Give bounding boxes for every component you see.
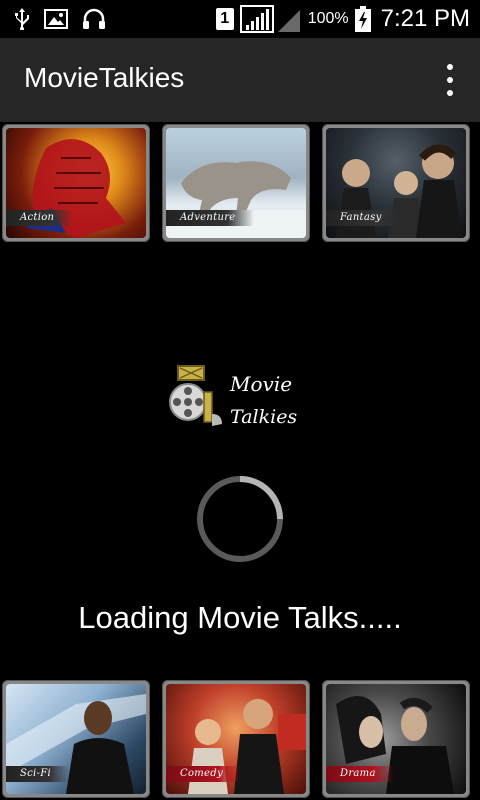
logo-line-2: Talkies xyxy=(230,406,298,428)
genre-label: Fantasy xyxy=(326,210,400,226)
signal-icon xyxy=(239,5,300,33)
overflow-menu-icon[interactable] xyxy=(442,64,458,96)
comedy-poster: Comedy xyxy=(166,684,306,794)
logo-line-1: Movie xyxy=(230,372,293,396)
genre-tile-adventure[interactable]: Adventure xyxy=(162,124,310,242)
battery-charging-icon xyxy=(354,6,371,32)
usb-icon xyxy=(15,8,29,30)
drama-poster: Drama xyxy=(326,684,466,794)
adventure-poster: Adventure xyxy=(166,128,306,238)
fantasy-poster: Fantasy xyxy=(326,128,466,238)
action-poster: Action xyxy=(6,128,146,238)
genre-tile-sci-fi[interactable]: Sci-Fi xyxy=(2,680,150,798)
image-icon xyxy=(44,9,68,29)
genre-tile-drama[interactable]: Drama xyxy=(322,680,470,798)
battery-percentage: 100% xyxy=(307,10,349,27)
overflow-dot xyxy=(447,64,453,70)
loading-message: Loading Movie Talks..... xyxy=(78,600,402,635)
status-left-icons xyxy=(14,7,106,31)
genre-tile-comedy[interactable]: Comedy xyxy=(162,680,310,798)
loading-spinner xyxy=(197,476,283,562)
genre-tile-fantasy[interactable]: Fantasy xyxy=(322,124,470,242)
headphones-icon xyxy=(83,8,105,29)
overflow-dot xyxy=(447,77,453,83)
overflow-dot xyxy=(447,90,453,96)
app-title: MovieTalkies xyxy=(24,62,185,93)
genre-label: Drama xyxy=(326,766,394,782)
genre-label: Adventure xyxy=(166,210,254,226)
sim-slot-label: 1 xyxy=(220,10,230,27)
film-reel-icon xyxy=(169,365,222,426)
genre-label: Comedy xyxy=(166,766,241,782)
genre-label: Action xyxy=(6,210,73,226)
movie-talkies-logo: Movie Talkies xyxy=(164,362,298,432)
action-bar: MovieTalkies xyxy=(0,38,480,122)
clock: 7:21 PM xyxy=(380,5,470,32)
sim-icon: 1 xyxy=(215,8,234,30)
status-bar: 1 100% 7:21 PM xyxy=(0,0,480,38)
genre-label: Sci-Fi xyxy=(6,766,69,782)
sci-fi-poster: Sci-Fi xyxy=(6,684,146,794)
genre-tile-action[interactable]: Action xyxy=(2,124,150,242)
status-right-icons: 1 100% 7:21 PM xyxy=(215,5,470,33)
